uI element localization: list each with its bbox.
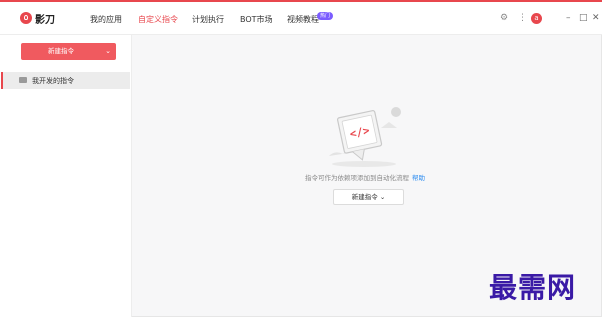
folder-icon bbox=[19, 77, 27, 83]
new-command-secondary-label: 新建指令 bbox=[351, 193, 378, 201]
nav-my-apps[interactable]: 我的应用 bbox=[90, 14, 122, 25]
settings-icon[interactable]: ⚙ bbox=[500, 14, 508, 23]
chevron-down-icon[interactable]: ⌄ bbox=[105, 43, 111, 60]
nav-scheduled-run[interactable]: 计划执行 bbox=[192, 14, 224, 25]
nav-bot-market[interactable]: BOT市场 bbox=[240, 14, 273, 25]
chevron-down-icon: ⌄ bbox=[379, 193, 386, 201]
app-logo-icon bbox=[20, 12, 32, 24]
restore-icon[interactable]: □ bbox=[579, 13, 588, 23]
empty-state-hint: 指令可作为依赖项添加到自动化流程 帮助 bbox=[305, 172, 425, 182]
sidebar-item-label: 我开发的指令 bbox=[32, 77, 74, 85]
minimize-icon[interactable]: – bbox=[566, 13, 571, 23]
top-nav-bar: 影刀 我的应用 自定义指令 计划执行 BOT市场 视频教程 热门 ⚙ ⋮ a –… bbox=[0, 2, 602, 35]
hint-text: 指令可作为依赖项添加到自动化流程 bbox=[305, 174, 409, 182]
more-icon[interactable]: ⋮ bbox=[518, 14, 527, 23]
hot-badge: 热门 bbox=[317, 12, 334, 20]
nav-custom-commands[interactable]: 自定义指令 bbox=[138, 14, 178, 25]
nav-video-tutorials[interactable]: 视频教程 bbox=[287, 14, 319, 25]
watermark-text: 最需网 bbox=[489, 271, 577, 304]
close-icon[interactable]: ✕ bbox=[592, 13, 600, 23]
new-command-label: 新建指令 bbox=[48, 47, 74, 55]
sidebar-item-my-commands[interactable]: 我开发的指令 bbox=[1, 72, 130, 89]
active-indicator bbox=[1, 72, 3, 89]
app-name: 影刀 bbox=[35, 15, 55, 26]
new-command-secondary-button[interactable]: 新建指令 ⌄ bbox=[333, 189, 404, 205]
empty-state-illustration: </> bbox=[329, 107, 401, 167]
new-command-button[interactable]: 新建指令 ⌄ bbox=[21, 43, 116, 60]
avatar[interactable]: a bbox=[531, 13, 542, 24]
help-link[interactable]: 帮助 bbox=[412, 174, 425, 182]
